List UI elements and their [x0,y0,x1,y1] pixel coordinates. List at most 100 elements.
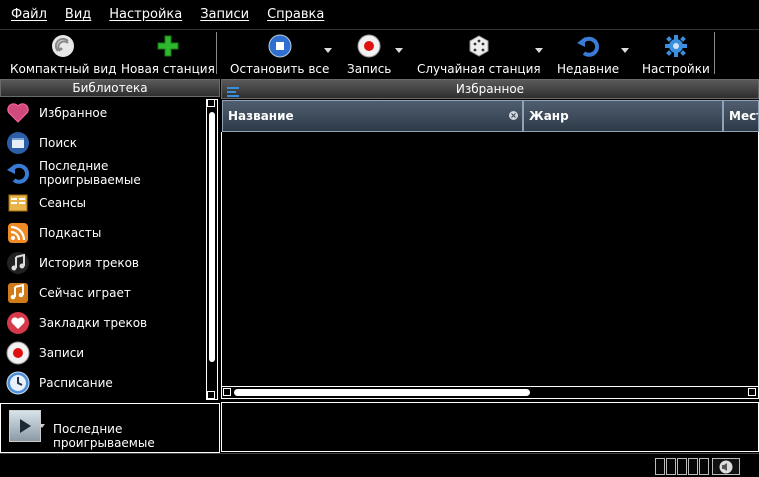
record-button[interactable]: Запись [347,33,391,76]
library-item-label: Последние проигрываемые [39,159,141,187]
library-item-label: История треков [39,256,140,270]
column-header-label: Жанр [529,109,569,123]
plus-icon [155,33,181,59]
undo-arrow-icon [575,33,601,59]
sessions-icon [5,190,31,216]
library-item-recordings[interactable]: Записи [0,338,205,368]
record-dropdown-arrow[interactable] [395,48,403,53]
level-meter-segment [655,458,665,475]
library-item-label: Сеансы [39,196,87,210]
stop-all-label: Остановить все [230,62,330,76]
library-scrollbar[interactable] [206,99,218,400]
station-detail-panel [221,402,759,452]
rss-icon [5,220,31,246]
scroll-up-button[interactable] [207,99,215,107]
horizontal-scrollbar[interactable] [221,386,759,399]
library-item-label: Поиск [39,136,78,150]
level-meter-segment [688,458,698,475]
speaker-icon [719,460,733,473]
library-item-now-playing[interactable]: Сейчас играет [0,278,205,308]
level-meter-segment [666,458,676,475]
dice-icon [466,33,492,59]
random-station-button[interactable]: Случайная станция [417,33,541,76]
menu-help[interactable]: Справка [267,7,324,22]
column-header-label: Мест [729,109,758,123]
history-arrow-icon [5,160,31,186]
library-item-label: Записи [39,346,85,360]
stop-all-button[interactable]: Остановить все [230,33,329,76]
level-meter-segment [677,458,687,475]
scroll-down-button[interactable] [207,391,215,399]
library-item-recently-played[interactable]: Последние проигрываемые [0,158,205,188]
compact-view-label: Компактный вид [10,62,117,76]
play-icon [20,419,31,433]
column-header-location[interactable]: Мест [723,100,759,132]
menu-view[interactable]: Вид [65,7,91,22]
scroll-right-button[interactable] [748,388,756,396]
play-button[interactable] [9,410,41,442]
toolbar-separator [714,32,715,74]
bookmark-heart-icon [5,310,31,336]
toolbar: Компактный вид Новая станция Остановить … [0,29,759,77]
library-list: Избранное Поиск Последние проигрываемые … [0,98,205,401]
stop-icon [267,33,293,59]
player-label: Последние проигрываемые [53,422,155,450]
library-item-schedule[interactable]: Расписание [0,368,205,398]
column-header-name[interactable]: Название × [222,100,523,132]
volume-button[interactable] [712,458,740,475]
player-dropdown-arrow[interactable] [39,424,45,428]
record-icon [356,33,382,59]
library-item-podcasts[interactable]: Подкасты [0,218,205,248]
gear-icon [663,33,689,59]
status-bar [0,453,759,477]
random-station-dropdown-arrow[interactable] [535,48,543,53]
horizontal-scrollbar-thumb[interactable] [234,389,530,396]
column-header-label: Название [228,109,294,123]
recent-button[interactable]: Недавние [557,33,619,76]
library-item-label: Избранное [39,106,108,120]
level-meter-segment [699,458,709,475]
library-item-track-history[interactable]: История треков [0,248,205,278]
search-window-icon [5,130,31,156]
library-item-sessions[interactable]: Сеансы [0,188,205,218]
compact-view-icon [50,33,76,59]
random-station-label: Случайная станция [417,62,541,76]
menu-settings[interactable]: Настройка [109,7,182,22]
toolbar-separator [216,32,217,74]
column-header-genre[interactable]: Жанр [523,100,723,132]
library-item-label: Расписание [39,376,113,390]
clock-icon [5,370,31,396]
favorites-panel: Избранное Название × Жанр Мест [221,79,759,453]
settings-button[interactable]: Настройки [642,33,710,76]
recent-label: Недавние [557,62,620,76]
library-item-label: Сейчас играет [39,286,131,300]
library-panel: Библиотека Избранное Поиск Последние про… [0,79,220,453]
menu-file[interactable]: Файл [11,7,47,22]
menu-bar: Файл Вид Настройка Записи Справка [0,0,759,29]
music-note-icon [5,250,31,276]
favorites-title: Избранное [455,82,525,96]
column-close-icon[interactable]: × [509,111,518,120]
record-icon [5,340,31,366]
favorites-table-body[interactable] [221,132,759,389]
player-panel: Последние проигрываемые [0,403,220,453]
settings-label: Настройки [642,62,710,76]
compact-view-button[interactable]: Компактный вид [10,33,116,76]
scroll-left-button[interactable] [223,388,231,396]
library-header: Библиотека [0,79,220,97]
recent-dropdown-arrow[interactable] [621,48,629,53]
library-item-track-bookmarks[interactable]: Закладки треков [0,308,205,338]
menu-recordings[interactable]: Записи [200,7,249,22]
favorites-header: Избранное [221,79,759,99]
library-item-search[interactable]: Поиск [0,128,205,158]
now-playing-icon [5,280,31,306]
library-item-label: Подкасты [39,226,102,240]
library-item-favorites[interactable]: Избранное [0,98,205,128]
library-item-label: Закладки треков [39,316,148,330]
library-scrollbar-thumb[interactable] [209,112,215,362]
new-station-button[interactable]: Новая станция [121,33,215,76]
new-station-label: Новая станция [121,62,215,76]
record-label: Запись [347,62,392,76]
heart-icon [5,100,31,126]
stop-all-dropdown-arrow[interactable] [324,48,332,53]
